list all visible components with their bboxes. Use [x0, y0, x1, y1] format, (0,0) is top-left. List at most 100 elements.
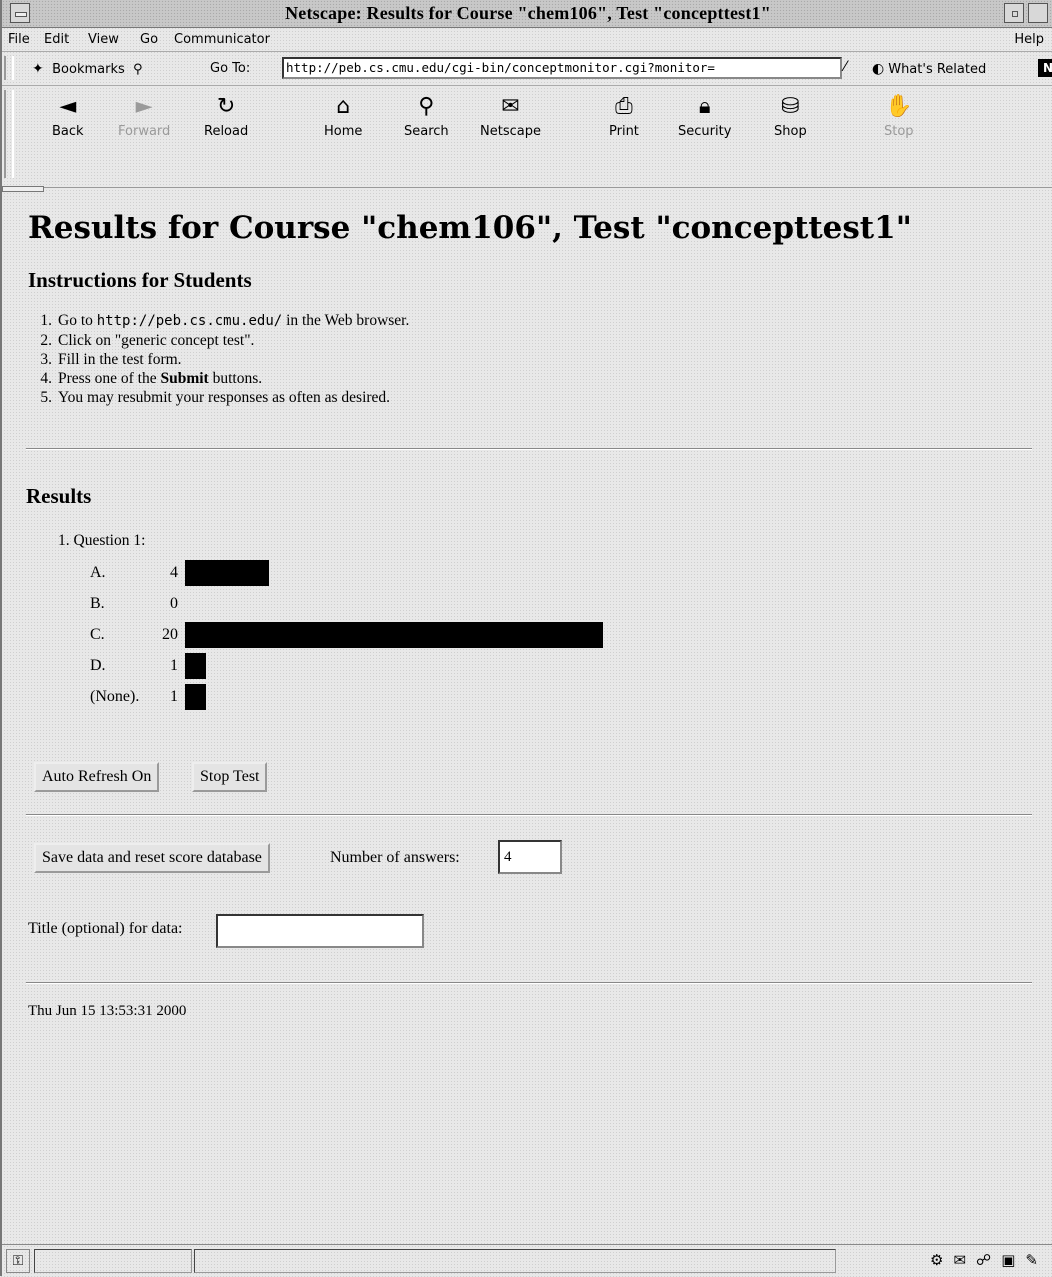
menu-communicator[interactable]: Communicator [174, 32, 270, 47]
step-bold-text: Submit [160, 370, 209, 387]
answer-bar [185, 684, 206, 710]
back-label: Back [52, 124, 84, 139]
navigation-toolbar: ◄ Back ► Forward ↻ Reload ⌂ Home ⚲ Searc… [2, 86, 1052, 192]
divider [26, 448, 1032, 450]
bookmark-pin-icon: ⚲ [128, 62, 143, 77]
search-label: Search [404, 124, 449, 139]
mail-icon[interactable]: ✉ [953, 1251, 976, 1269]
related-icon: ◐ [872, 61, 885, 77]
answer-count: 0 [170, 595, 178, 612]
answer-option: A. [90, 564, 106, 581]
search-icon: ⚲ [418, 94, 435, 119]
answer-count: 1 [170, 657, 178, 674]
url-history-arrow-icon[interactable]: ⁄ [844, 59, 846, 75]
answer-option: D. [90, 657, 106, 674]
print-label: Print [609, 124, 639, 139]
step-text: You may resubmit your responses as often… [58, 389, 391, 406]
divider [26, 982, 1032, 984]
step-number: 3. [40, 351, 52, 368]
stop-test-button[interactable]: Stop Test [192, 762, 268, 792]
answer-bar [185, 622, 603, 648]
menu-file[interactable]: File [8, 32, 30, 47]
step-text: Fill in the test form. [58, 351, 182, 368]
title-input[interactable] [216, 914, 424, 948]
shop-label: Shop [774, 124, 807, 139]
instruction-list: 1. Go to http://peb.cs.cmu.edu/ in the We… [28, 311, 409, 407]
stop-icon: ✋ [885, 94, 913, 119]
step-text: Click on "generic concept test". [58, 332, 255, 349]
menu-edit[interactable]: Edit [44, 32, 69, 47]
bookmarks-icon: ✦ [32, 61, 44, 77]
composer-icon[interactable]: ✎ [1025, 1251, 1048, 1269]
goto-label: Go To: [210, 61, 251, 76]
print-button[interactable]: ⎙ Print [609, 92, 639, 139]
bookmarks-label: Bookmarks [52, 62, 125, 77]
instructions-heading: Instructions for Students [28, 268, 252, 292]
home-icon: ⌂ [336, 94, 351, 119]
menu-go[interactable]: Go [140, 32, 158, 47]
answer-option: B. [90, 595, 105, 612]
minimize-button[interactable] [1004, 3, 1024, 23]
step-text: Go to [58, 312, 97, 329]
results-heading: Results [26, 484, 92, 508]
search-button[interactable]: ⚲ Search [404, 92, 449, 139]
shop-button[interactable]: ⛁ Shop [774, 92, 807, 139]
step-number: 4. [40, 370, 52, 387]
component-bar: ⚙✉☍▣✎ [930, 1251, 1048, 1269]
menu-help[interactable]: Help [1014, 32, 1044, 47]
security-lock-icon[interactable]: ⚿ [6, 1249, 30, 1273]
forward-label: Forward [118, 124, 171, 139]
toolbar-grip[interactable] [4, 90, 14, 178]
reload-icon: ↻ [216, 94, 236, 119]
step-number: 5. [40, 389, 52, 406]
url-input[interactable]: http://peb.cs.cmu.edu/cgi-bin/conceptmon… [282, 57, 842, 79]
number-of-answers-label: Number of answers: [330, 849, 460, 866]
instruction-step: 2. Click on "generic concept test". [28, 331, 409, 350]
home-label: Home [324, 124, 363, 139]
reload-button[interactable]: ↻ Reload [204, 92, 248, 139]
forward-arrow-icon: ► [135, 94, 153, 119]
answer-option: (None). [90, 688, 140, 705]
answer-bar [185, 653, 206, 679]
menu-bar: File Edit View Go Communicator Help [2, 28, 1052, 52]
netscape-label: Netscape [480, 124, 541, 139]
toolbar-grip[interactable] [4, 56, 14, 80]
discussions-icon[interactable]: ☍ [976, 1251, 1001, 1269]
home-button[interactable]: ⌂ Home [324, 92, 362, 139]
step-text: buttons. [208, 370, 263, 387]
security-button[interactable]: 🔒︎ Security [678, 92, 731, 139]
printer-icon: ⎙ [615, 94, 633, 119]
window-title: Netscape: Results for Course "chem106", … [285, 3, 771, 23]
title-bar: Netscape: Results for Course "chem106", … [2, 0, 1052, 28]
back-button[interactable]: ◄ Back [52, 92, 84, 139]
instruction-step: 5. You may resubmit your responses as oft… [28, 388, 409, 407]
number-of-answers-input[interactable]: 4 [498, 840, 562, 874]
browser-window: Netscape: Results for Course "chem106", … [0, 0, 1052, 1276]
stop-button[interactable]: ✋ Stop [884, 92, 914, 139]
status-bar: ⚿ ⚙✉☍▣✎ [2, 1244, 1052, 1277]
whats-related-button[interactable]: ◐ What's Related [872, 61, 986, 77]
shopping-bag-icon: ⛁ [781, 94, 800, 119]
question-label: 1. Question 1: [58, 532, 146, 549]
maximize-button[interactable] [1028, 3, 1048, 23]
timestamp: Thu Jun 15 13:53:31 2000 [28, 1003, 187, 1019]
answer-option: C. [90, 626, 105, 643]
netscape-button[interactable]: ✉ Netscape [480, 92, 541, 139]
security-label: Security [678, 124, 732, 139]
bookmarks-button[interactable]: ✦ Bookmarks ⚲ [32, 61, 143, 77]
reload-label: Reload [204, 124, 249, 139]
progress-cell [34, 1249, 192, 1273]
menu-view[interactable]: View [88, 32, 119, 47]
collapsed-toolbar-tab[interactable] [2, 186, 44, 192]
address-book-icon[interactable]: ▣ [1001, 1251, 1025, 1269]
back-arrow-icon: ◄ [59, 94, 77, 119]
step-number: 2. [40, 332, 52, 349]
forward-button[interactable]: ► Forward [118, 92, 170, 139]
navigator-icon[interactable]: ⚙ [930, 1251, 953, 1269]
auto-refresh-button[interactable]: Auto Refresh On [34, 762, 160, 792]
step-number: 1. [40, 312, 52, 329]
stop-label: Stop [884, 124, 914, 139]
save-reset-button[interactable]: Save data and reset score database [34, 843, 270, 873]
step-url: http://peb.cs.cmu.edu/ [96, 313, 283, 329]
lock-icon: 🔒︎ [698, 94, 711, 119]
